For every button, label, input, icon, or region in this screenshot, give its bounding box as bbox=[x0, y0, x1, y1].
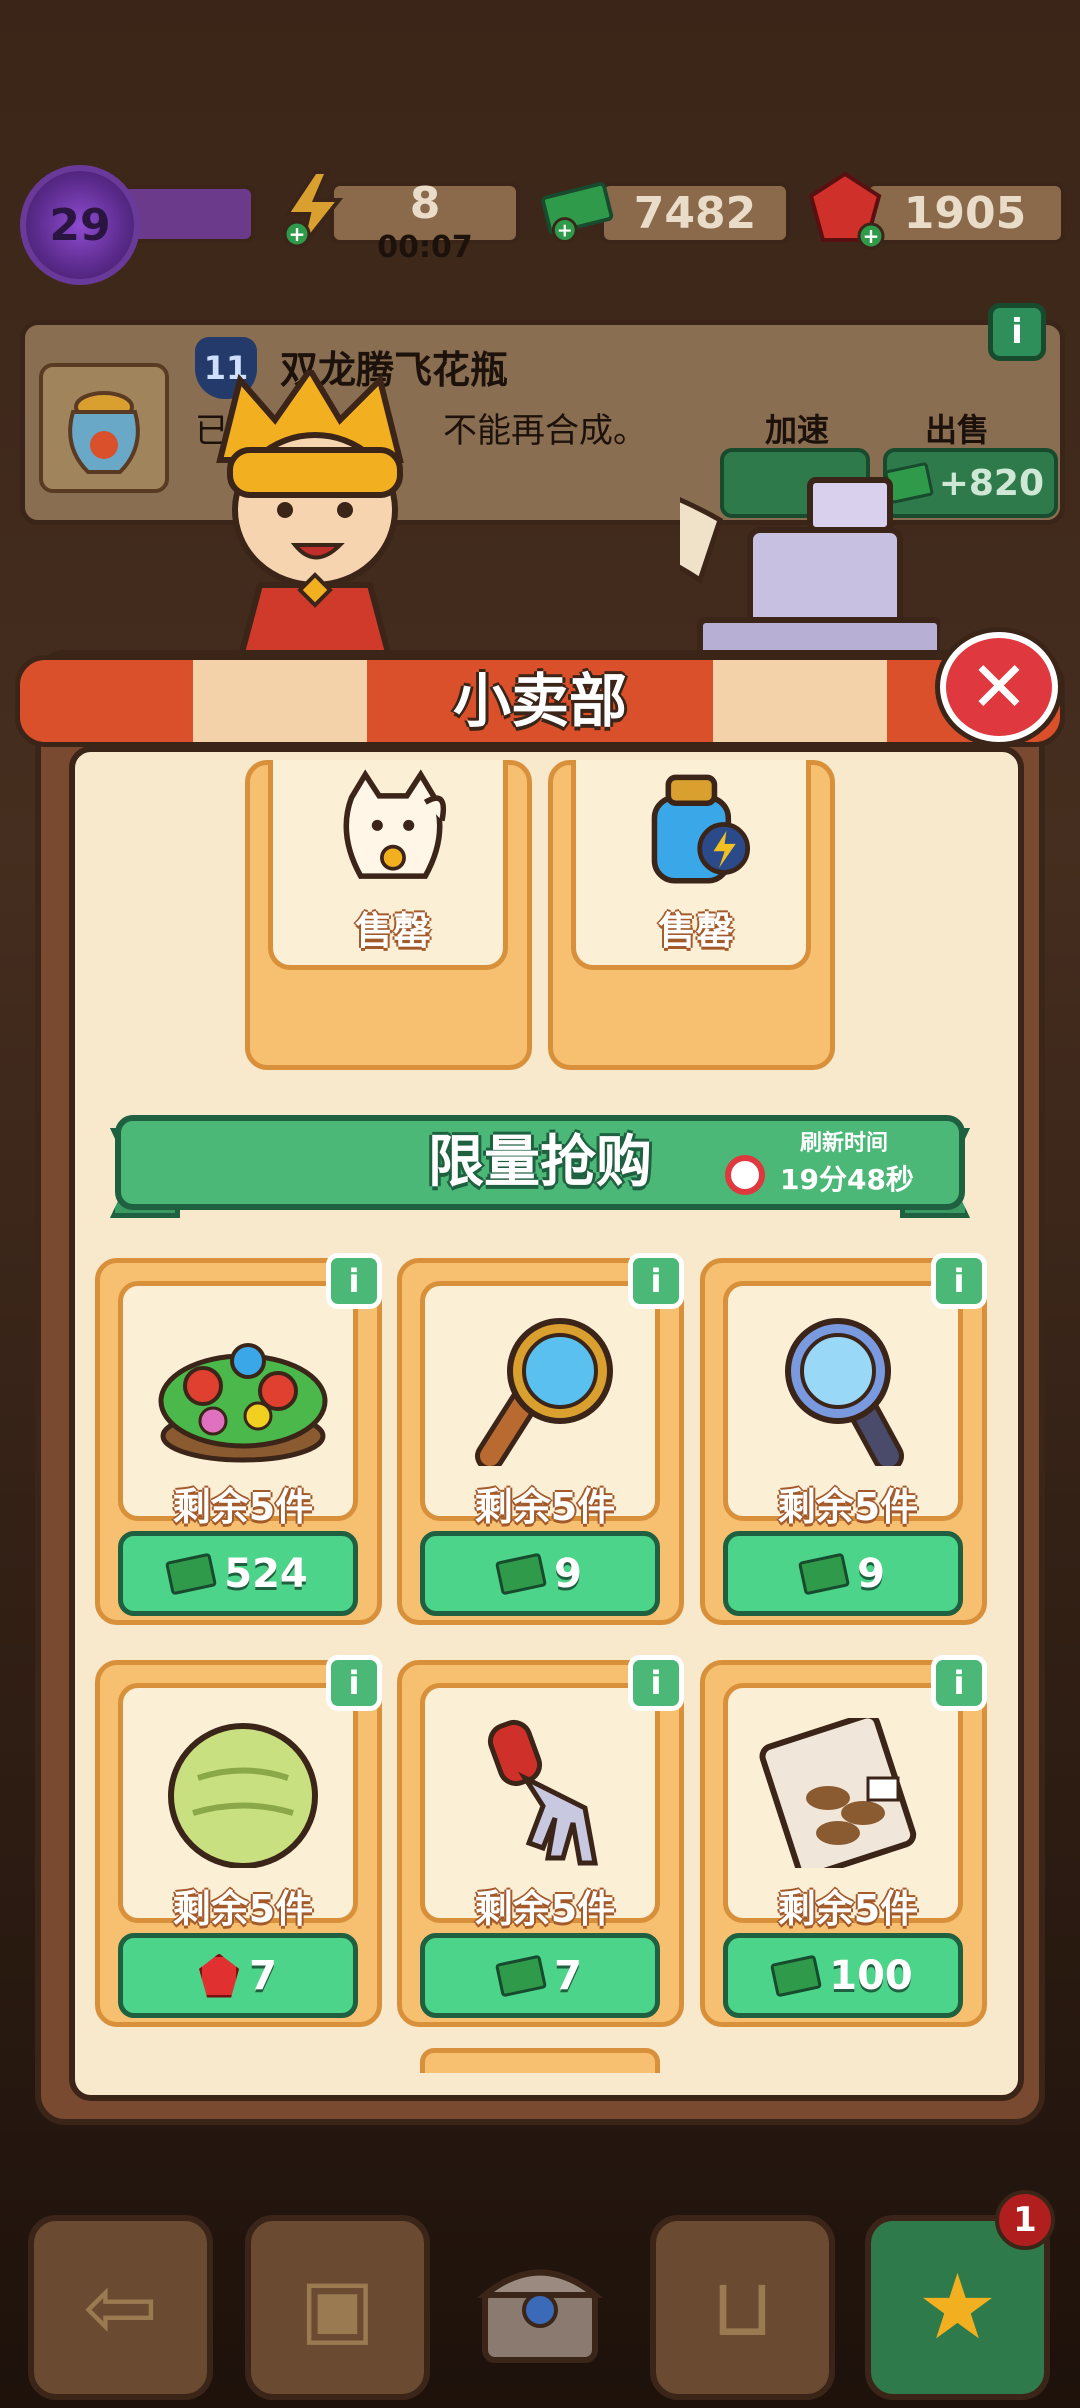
magnifier-blue-icon bbox=[758, 1316, 938, 1472]
svg-text:+: + bbox=[863, 224, 880, 248]
cash-icon bbox=[495, 1552, 548, 1595]
info-icon[interactable]: i bbox=[931, 1655, 987, 1711]
gem-icon[interactable]: + bbox=[805, 170, 885, 250]
sell-label: 出售 bbox=[925, 411, 990, 449]
speed-up-label: 加速 bbox=[765, 411, 830, 449]
star-icon: ★ bbox=[917, 2255, 998, 2360]
resource-bar: 29 8 00:07 + 7482 + 1905 + bbox=[0, 150, 1080, 285]
cash-icon bbox=[165, 1552, 218, 1595]
stock-remaining: 剩余5件 bbox=[172, 1485, 314, 1529]
partial-card-edge bbox=[420, 2048, 660, 2073]
cash-icon bbox=[495, 1954, 548, 1997]
sell-value: +820 bbox=[938, 462, 1044, 504]
garden-fork-icon bbox=[455, 1718, 635, 1868]
basket-icon: ⊔ bbox=[711, 2261, 774, 2354]
info-icon[interactable]: i bbox=[326, 1655, 382, 1711]
product-card[interactable]: 剩余5件 i 9 bbox=[397, 1253, 684, 1625]
vase-icon bbox=[39, 363, 169, 493]
product-card-inner: 剩余5件 bbox=[723, 1683, 963, 1931]
player-level: 29 bbox=[49, 199, 111, 251]
price-value: 9 bbox=[554, 1550, 582, 1597]
buy-button[interactable]: 9 bbox=[723, 1531, 963, 1616]
close-button[interactable]: ✕ bbox=[940, 632, 1058, 742]
stock-remaining: 剩余5件 bbox=[172, 1887, 314, 1931]
item-desc-suffix: 不能再合成。 bbox=[443, 411, 647, 451]
product-card[interactable]: 剩余5件 i 100 bbox=[700, 1655, 987, 2027]
stock-remaining: 剩余5件 bbox=[777, 1485, 919, 1529]
price-value: 7 bbox=[554, 1952, 582, 1999]
seed-bag-icon bbox=[758, 1712, 938, 1879]
product-card[interactable]: 剩余5件 i 7 bbox=[95, 1655, 382, 2027]
energy-jar-icon bbox=[636, 770, 756, 890]
buy-button[interactable]: 9 bbox=[420, 1531, 660, 1616]
gem-icon bbox=[199, 1953, 240, 1998]
gem-counter[interactable]: 1905 bbox=[865, 182, 1065, 244]
backpack-icon: ▣ bbox=[299, 2261, 376, 2354]
stock-remaining: 剩余5件 bbox=[474, 1485, 616, 1529]
product-card[interactable]: 剩余5件 i 524 bbox=[95, 1253, 382, 1625]
back-button[interactable]: ⇦ bbox=[28, 2215, 213, 2400]
treasure-chest-icon[interactable] bbox=[470, 2240, 610, 2380]
flower-bush-icon bbox=[153, 1316, 333, 1466]
info-icon[interactable]: i bbox=[628, 1253, 684, 1309]
product-card[interactable]: 剩余5件 i 7 bbox=[397, 1655, 684, 2027]
price-value: 100 bbox=[829, 1952, 913, 1999]
shop-title: 小卖部 bbox=[452, 667, 627, 735]
price-value: 524 bbox=[224, 1550, 308, 1597]
arrow-left-icon: ⇦ bbox=[82, 2255, 159, 2360]
buy-button[interactable]: 7 bbox=[420, 1933, 660, 2018]
cash-register bbox=[437, 460, 943, 663]
xp-bar bbox=[120, 185, 255, 243]
lucky-cat-icon bbox=[333, 769, 453, 890]
shopkeeper-character bbox=[200, 364, 460, 663]
stock-remaining: 剩余5件 bbox=[474, 1887, 616, 1931]
product-card-inner: 剩余5件 bbox=[723, 1281, 963, 1529]
info-icon[interactable]: i bbox=[326, 1253, 382, 1309]
sold-out-card[interactable]: 售罄 bbox=[245, 760, 532, 1070]
product-card[interactable]: 剩余5件 i 9 bbox=[700, 1253, 987, 1625]
stock-remaining: 剩余5件 bbox=[777, 1887, 919, 1931]
cash-icon bbox=[798, 1552, 851, 1595]
close-icon: ✕ bbox=[969, 646, 1029, 728]
buy-button[interactable]: 524 bbox=[118, 1531, 358, 1616]
basket-button[interactable]: ⊔ bbox=[650, 2215, 835, 2400]
magnifier-brown-icon bbox=[455, 1316, 635, 1471]
product-card-inner: 剩余5件 bbox=[420, 1683, 660, 1931]
price-value: 7 bbox=[249, 1952, 277, 1999]
product-card-inner: 剩余5件 bbox=[420, 1281, 660, 1529]
info-icon[interactable]: i bbox=[628, 1655, 684, 1711]
notification-badge: 1 bbox=[995, 2190, 1055, 2250]
sold-out-label: 售罄 bbox=[657, 909, 734, 953]
melon-icon bbox=[153, 1718, 333, 1869]
lightning-icon[interactable]: + bbox=[272, 170, 352, 250]
buy-button[interactable]: 7 bbox=[118, 1933, 358, 2018]
price-value: 9 bbox=[857, 1550, 885, 1597]
cash-value: 7482 bbox=[633, 187, 757, 239]
info-icon[interactable]: i bbox=[988, 303, 1046, 361]
refresh-label: 刷新时间 bbox=[800, 1131, 889, 1156]
svg-text:+: + bbox=[557, 220, 573, 242]
product-card-inner: 剩余5件 bbox=[118, 1281, 358, 1529]
clock-icon bbox=[725, 1155, 765, 1195]
sold-out-label: 售罄 bbox=[354, 909, 431, 953]
gem-value: 1905 bbox=[903, 187, 1027, 239]
info-icon[interactable]: i bbox=[931, 1253, 987, 1309]
cash-counter[interactable]: 7482 bbox=[600, 182, 790, 244]
player-level-badge[interactable]: 29 bbox=[20, 165, 140, 285]
cash-icon[interactable]: + bbox=[540, 170, 620, 250]
refresh-countdown: 19分48秒 bbox=[780, 1163, 914, 1196]
product-card-inner: 剩余5件 bbox=[118, 1683, 358, 1931]
energy-timer: 00:07 bbox=[377, 230, 473, 265]
svg-text:+: + bbox=[289, 222, 306, 246]
cash-icon bbox=[770, 1954, 823, 1997]
backpack-button[interactable]: ▣ bbox=[245, 2215, 430, 2400]
buy-button[interactable]: 100 bbox=[723, 1933, 963, 2018]
energy-value: 8 bbox=[409, 177, 441, 229]
sold-out-card[interactable]: 售罄 bbox=[548, 760, 835, 1070]
